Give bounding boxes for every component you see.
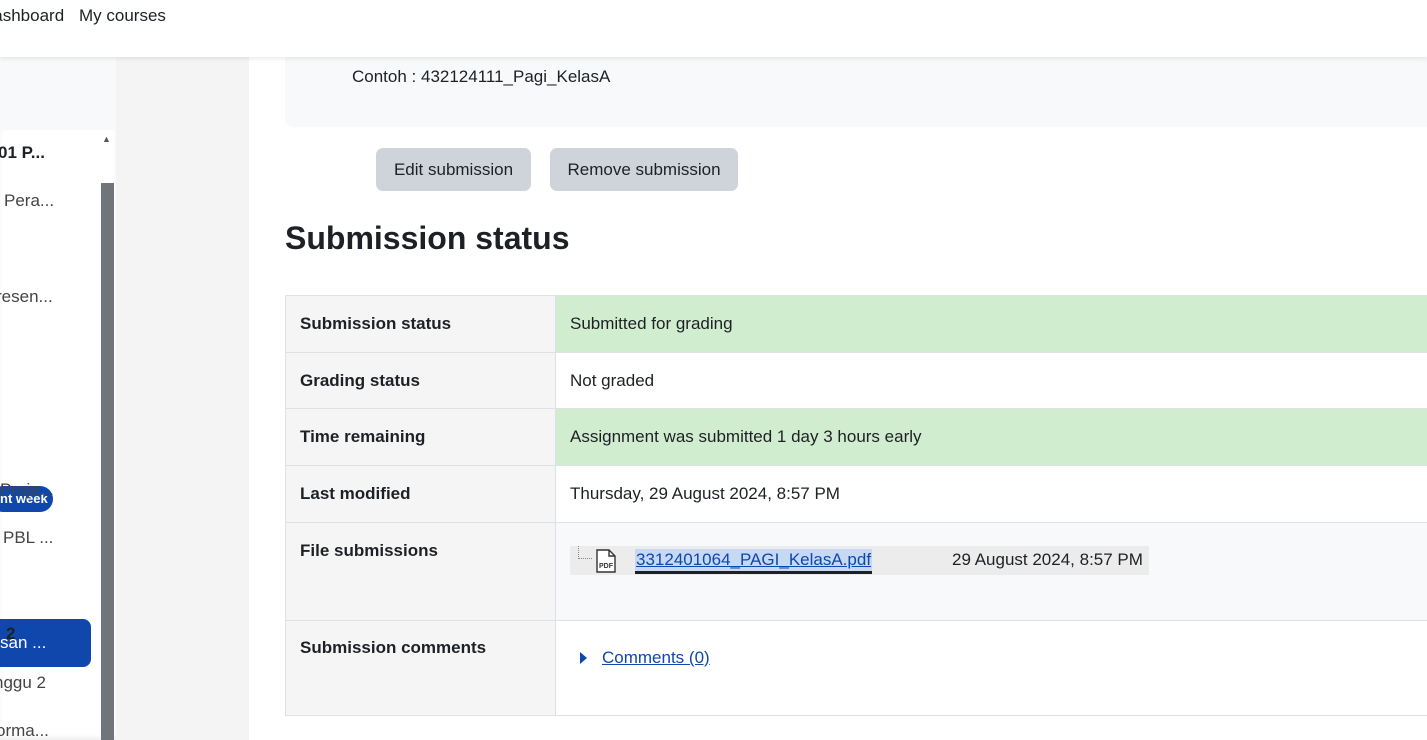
file-submissions-cell: PDF 3312401064_PAGI_KelasA.pdf 29 August… — [555, 522, 1427, 621]
comments-link[interactable]: Comments (0) — [602, 648, 710, 668]
pdf-file-icon: PDF — [596, 549, 616, 573]
grading-status-value: Not graded — [555, 352, 1427, 409]
drawer-item[interactable]: Proje... — [0, 480, 54, 500]
time-remaining-value: Assignment was submitted 1 day 3 hours e… — [555, 408, 1427, 466]
main-content: Contoh : 432124111_Pagi_KelasA Edit subm… — [249, 17, 1427, 740]
submission-comments-cell: Comments (0) — [555, 620, 1427, 716]
submission-status-table: Submission status Submitted for grading … — [285, 295, 1427, 716]
table-row: Submission status Submitted for grading — [285, 295, 1427, 353]
drawer-item[interactable]: orma... — [0, 721, 49, 740]
drawer-item[interactable]: Pera... — [4, 191, 54, 211]
row-label: Submission status — [285, 295, 556, 353]
comments-toggle[interactable]: Comments (0) — [570, 648, 1427, 668]
page-gutter — [116, 57, 249, 740]
section-title: Submission status — [285, 220, 570, 256]
intro-example-text: Contoh : 432124111_Pagi_KelasA — [352, 67, 611, 86]
nav-dashboard-link[interactable]: Dashboard — [0, 6, 64, 26]
drawer-section-title[interactable]: 01 P... — [0, 143, 45, 163]
drawer-section-title[interactable]: 2 — [6, 624, 15, 644]
course-index-drawer: ▲ 01 P... Pera... resen... nt week Proje… — [0, 57, 116, 740]
caret-right-icon — [580, 652, 587, 664]
scroll-up-icon[interactable]: ▲ — [102, 134, 111, 144]
table-row: File submissions PDF 3312401064_PAGI_Kel… — [285, 522, 1427, 621]
table-row: Time remaining Assignment was submitted … — [285, 408, 1427, 466]
svg-text:PDF: PDF — [599, 563, 614, 570]
file-tree-row: PDF 3312401064_PAGI_KelasA.pdf 29 August… — [570, 546, 1149, 575]
row-label: Last modified — [285, 465, 556, 523]
row-label: Grading status — [285, 352, 556, 409]
row-label: Time remaining — [285, 408, 556, 466]
drawer-item[interactable]: resen... — [0, 287, 53, 307]
remove-submission-button[interactable]: Remove submission — [550, 148, 738, 191]
last-modified-value: Thursday, 29 August 2024, 8:57 PM — [555, 465, 1427, 523]
submission-status-value: Submitted for grading — [555, 295, 1427, 353]
table-row: Last modified Thursday, 29 August 2024, … — [285, 465, 1427, 523]
drawer-item[interactable]: PBL ... — [3, 528, 53, 548]
file-date: 29 August 2024, 8:57 PM — [952, 550, 1143, 569]
drawer-item[interactable]: nggu 2 — [0, 673, 46, 693]
table-row: Grading status Not graded — [285, 352, 1427, 409]
row-label: File submissions — [285, 522, 556, 621]
submitted-file-link[interactable]: 3312401064_PAGI_KelasA.pdf — [635, 549, 873, 574]
nav-my-courses-link[interactable]: My courses — [79, 6, 166, 26]
table-row: Submission comments Comments (0) — [285, 620, 1427, 716]
top-navbar: Dashboard My courses — [0, 0, 1427, 57]
drawer-scrollbar[interactable] — [101, 183, 114, 740]
edit-submission-button[interactable]: Edit submission — [376, 148, 531, 191]
row-label: Submission comments — [285, 620, 556, 716]
tree-connector — [578, 546, 592, 559]
drawer-header — [0, 57, 116, 130]
